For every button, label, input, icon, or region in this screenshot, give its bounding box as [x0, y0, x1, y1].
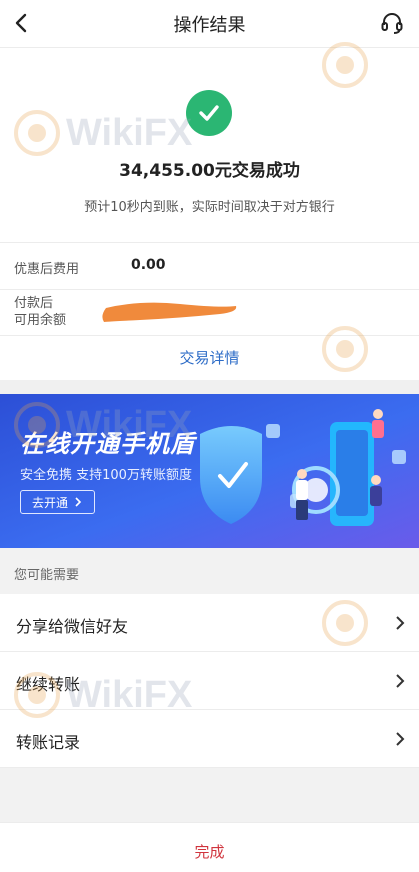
suggestion-section: 您可能需要	[0, 548, 419, 594]
nav-header: 操作结果	[0, 0, 419, 48]
redaction-mark	[102, 302, 237, 322]
page-title: 操作结果	[173, 15, 246, 36]
chevron-right-icon	[75, 497, 82, 507]
promo-banner[interactable]: 在线开通手机盾 安全免携 支持100万转账额度 去开通	[0, 394, 419, 548]
transaction-amount: 34,455.00元交易成功	[119, 161, 300, 181]
transfer-history-item[interactable]: 转账记录	[0, 710, 419, 768]
headset-icon	[381, 13, 403, 34]
fee-value: 0.00	[131, 257, 166, 273]
arrival-hint: 预计10秒内到账，实际时间取决于对方银行	[84, 200, 335, 215]
chevron-right-icon	[396, 616, 405, 630]
fee-row: 优惠后费用 0.00	[0, 242, 419, 289]
open-now-button[interactable]: 去开通	[20, 490, 95, 514]
share-wechat-item[interactable]: 分享给微信好友	[0, 594, 419, 652]
banner-title: 在线开通手机盾	[20, 430, 195, 458]
support-button[interactable]	[377, 8, 407, 38]
result-panel: 34,455.00元交易成功 预计10秒内到账，实际时间取决于对方银行	[0, 48, 419, 242]
detail-row: 交易详情	[0, 335, 419, 380]
chevron-right-icon	[396, 732, 405, 746]
transaction-detail-link[interactable]: 交易详情	[0, 347, 419, 368]
continue-transfer-item[interactable]: 继续转账	[0, 652, 419, 710]
banner-subtitle: 安全免携 支持100万转账额度	[20, 468, 192, 483]
chevron-right-icon	[396, 674, 405, 688]
spacer	[0, 768, 419, 822]
section-title: 您可能需要	[14, 568, 80, 583]
done-button[interactable]: 完成	[0, 822, 419, 872]
balance-row: 付款后 可用余额	[0, 289, 419, 335]
success-check-icon	[186, 90, 232, 136]
fee-label: 优惠后费用	[14, 262, 80, 277]
spacer	[0, 380, 419, 394]
balance-label: 付款后 可用余额	[14, 296, 67, 328]
